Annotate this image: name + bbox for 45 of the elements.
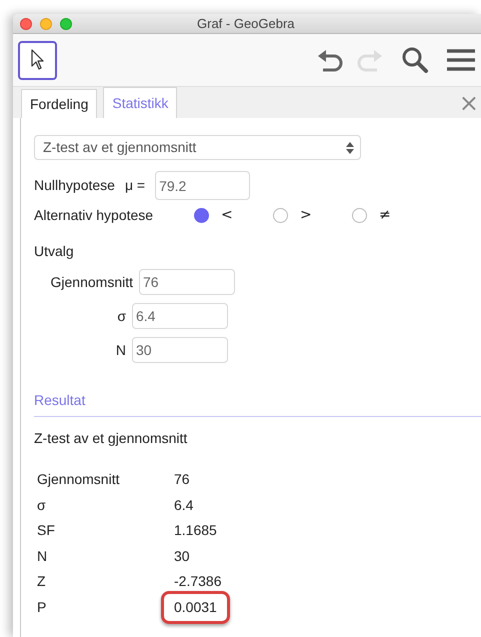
- close-icon[interactable]: ×: [458, 91, 479, 115]
- radio-button[interactable]: [273, 208, 288, 222]
- radio-label: >: [300, 206, 312, 224]
- pointer-icon: [30, 49, 46, 71]
- result-label: σ: [37, 496, 47, 515]
- field-label: Nullhypotese: [34, 176, 115, 195]
- radio-button[interactable]: [194, 208, 209, 222]
- window-title: Graf - GeoGebra: [197, 14, 295, 33]
- result-label: SF: [37, 521, 56, 540]
- undo-icon[interactable]: [317, 48, 345, 72]
- result-value: 76: [174, 470, 190, 490]
- result-value: 6.4: [174, 496, 194, 515]
- radio-label: <: [221, 206, 233, 224]
- tab[interactable]: Fordeling: [21, 89, 98, 118]
- result-title: Z-test av et gjennomsnitt: [34, 429, 188, 448]
- input-field[interactable]: 30: [132, 337, 228, 363]
- input-field[interactable]: 6.4: [132, 303, 228, 329]
- section-heading: Resultat: [34, 390, 481, 417]
- input-field[interactable]: 76: [139, 269, 235, 295]
- result-label: Gjennomsnitt: [37, 470, 120, 490]
- result-value: 1.1685: [174, 521, 217, 540]
- close-window-button[interactable]: [20, 18, 32, 30]
- highlighted-value: 0.0031: [161, 590, 230, 624]
- input-field[interactable]: 79.2: [155, 171, 250, 200]
- zoom-window-button[interactable]: [60, 18, 72, 30]
- result-value: -2.7386: [174, 572, 222, 592]
- tab[interactable]: Statistikk: [103, 87, 178, 118]
- field-label: μ =: [124, 176, 146, 195]
- pointer-tool-button[interactable]: [18, 40, 57, 80]
- field-label: N: [114, 340, 127, 360]
- radio-label: ≠: [379, 206, 391, 224]
- field-label: Gjennomsnitt: [50, 272, 134, 292]
- result-label: N: [37, 546, 48, 566]
- field-label: σ: [116, 306, 127, 326]
- procedure-dropdown[interactable]: Z-test av et gjennomsnitt: [34, 135, 361, 160]
- dropdown-arrows-icon: [346, 142, 354, 154]
- field-label: Alternativ hypotese: [34, 206, 154, 225]
- result-label: P: [37, 598, 48, 617]
- section-label: Utvalg: [34, 242, 75, 261]
- menu-icon[interactable]: [447, 48, 475, 72]
- search-icon[interactable]: [401, 46, 429, 74]
- radio-button[interactable]: [352, 208, 367, 222]
- minimize-window-button[interactable]: [40, 18, 52, 30]
- result-label: Z: [37, 572, 47, 592]
- result-value: 30: [174, 546, 190, 566]
